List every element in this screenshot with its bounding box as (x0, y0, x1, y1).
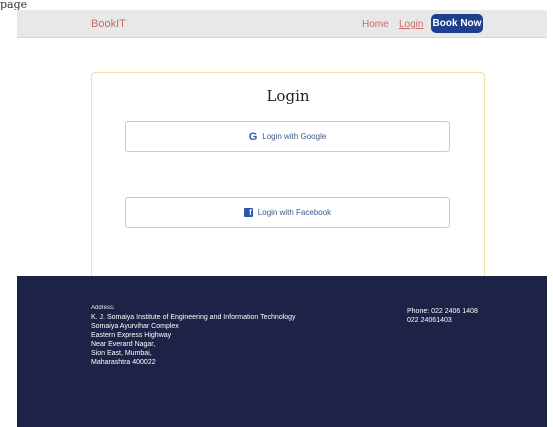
login-facebook-button[interactable]: f Login with Facebook (125, 197, 450, 228)
nav-home-link[interactable]: Home (362, 19, 389, 30)
facebook-button-label: Login with Facebook (257, 208, 332, 217)
nav-login-link[interactable]: Login (399, 19, 423, 30)
page-fragment-text: page (0, 0, 28, 11)
book-now-button[interactable]: Book Now (431, 14, 483, 33)
google-button-label: Login with Google (262, 132, 327, 141)
address-line: Eastern Express Highway (91, 332, 172, 339)
main-content: Login G Login with Google f Login with F… (17, 38, 547, 280)
address-line: Maharashtra 400022 (91, 359, 156, 366)
login-title: Login (266, 87, 310, 105)
login-card: Login G Login with Google f Login with F… (91, 72, 485, 280)
footer-contact: Phone: 022 2406 1408 022 24061403 (407, 307, 478, 325)
page-viewport: BookIT Home Login Book Now Login G Login… (0, 10, 553, 427)
navbar: BookIT Home Login Book Now (17, 10, 547, 38)
address-line: Sion East, Mumbai, (91, 350, 152, 357)
address-line: K. J. Somaiya Institute of Engineering a… (91, 314, 296, 321)
footer: Address: K. J. Somaiya Institute of Engi… (17, 276, 547, 427)
address-line: Somaiya Ayurvihar Complex (91, 323, 179, 330)
phone-line-1: Phone: 022 2406 1408 (407, 308, 478, 315)
facebook-icon: f (243, 208, 253, 217)
address-heading: Address: (91, 305, 115, 311)
brand-logo[interactable]: BookIT (91, 18, 126, 30)
google-icon: G (248, 130, 258, 143)
phone-line-2: 022 24061403 (407, 317, 452, 324)
address-line: Near Everard Nagar, (91, 341, 156, 348)
footer-address: Address: K. J. Somaiya Institute of Engi… (91, 304, 296, 367)
login-google-button[interactable]: G Login with Google (125, 121, 450, 152)
